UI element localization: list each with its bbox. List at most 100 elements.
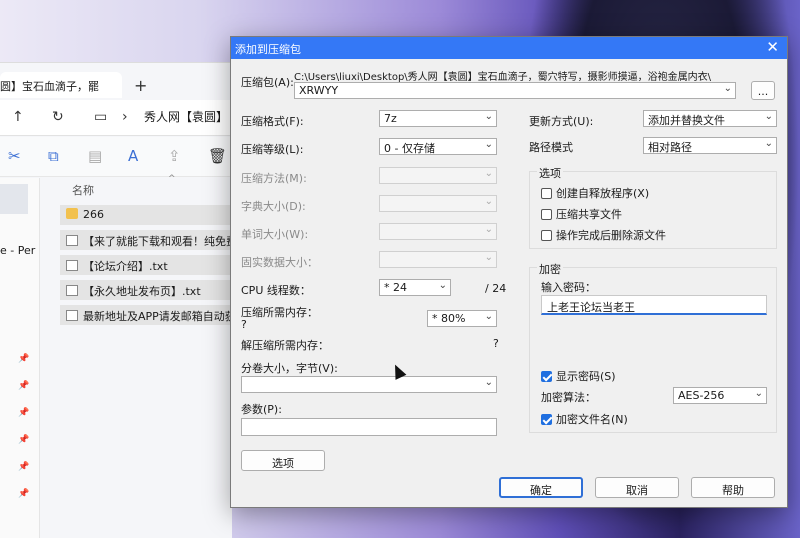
ok-button[interactable]: 确定 [499, 477, 583, 498]
path-mode-label: 路径模式 [529, 141, 573, 154]
column-header-name[interactable]: 名称 [72, 182, 94, 198]
format-select[interactable]: 7z ⌄ [379, 110, 497, 127]
volume-label: 分卷大小，字节(V): [241, 362, 338, 375]
chevron-down-icon: ⌄ [484, 168, 493, 179]
level-select[interactable]: 0 - 仅存储 ⌄ [379, 138, 497, 155]
cpu-select[interactable]: * 24 ⌄ [379, 279, 451, 296]
cpu-label: CPU 线程数： [241, 284, 311, 297]
explorer-toolbar: ✂ ⧉ ▤ A ⇪ 🗑 [0, 137, 232, 177]
explorer-path[interactable]: 秀人网【袁圆】 [144, 108, 228, 125]
encrypt-names-checkbox[interactable]: 加密文件名(N) [541, 411, 628, 427]
up-arrow-icon[interactable]: ↑ [12, 109, 24, 125]
update-select[interactable]: 添加并替换文件 ⌄ [643, 110, 777, 127]
chevron-down-icon: ⌄ [484, 139, 493, 150]
file-name: 266 [83, 208, 104, 221]
file-list-item[interactable]: 最新地址及APP请发邮箱自动获取 [60, 305, 232, 325]
text-file-icon [66, 260, 78, 271]
cancel-button[interactable]: 取消 [595, 477, 679, 498]
delete-source-checkbox[interactable]: 操作完成后删除源文件 [541, 227, 666, 243]
explorer-tab[interactable]: 圆】宝石血滴子，罷 [0, 72, 122, 98]
mem-comp-q: ? [241, 318, 247, 331]
refresh-icon[interactable]: ↻ [52, 109, 64, 125]
cpu-total: / 24 [485, 282, 507, 295]
dialog-titlebar: 添加到压缩包 ✕ [231, 37, 787, 59]
chevron-down-icon[interactable]: ⌄ [724, 83, 732, 94]
sfx-checkbox[interactable]: 创建自释放程序(X) [541, 185, 649, 201]
chevron-down-icon: ⌄ [754, 388, 763, 399]
archive-label: 压缩包(A): [241, 76, 294, 89]
enc-method-value: AES-256 [678, 389, 725, 402]
word-select: ⌄ [379, 223, 497, 240]
solid-select: ⌄ [379, 251, 497, 268]
chevron-down-icon: ⌄ [764, 111, 773, 122]
add-to-archive-dialog: 添加到压缩包 ✕ 压缩包(A): C:\Users\liuxi\Desktop\… [230, 36, 788, 508]
pin-icon: 📌 [18, 354, 30, 364]
shared-label: 压缩共享文件 [556, 208, 622, 221]
path-mode-select[interactable]: 相对路径 ⌄ [643, 137, 777, 154]
update-value: 添加并替换文件 [648, 114, 725, 127]
cut-icon[interactable]: ✂ [8, 147, 21, 165]
help-button[interactable]: 帮助 [691, 477, 775, 498]
level-label: 压缩等级(L): [241, 143, 304, 156]
solid-label: 固实数据大小： [241, 256, 318, 269]
enc-method-select[interactable]: AES-256 ⌄ [673, 387, 767, 404]
text-file-icon [66, 310, 78, 321]
breadcrumb-chevron-icon: › [122, 109, 128, 125]
rename-icon[interactable]: A [128, 147, 138, 165]
dict-select: ⌄ [379, 195, 497, 212]
explorer-nav-pane: e - Per 📌 📌 📌 📌 📌 📌 [0, 178, 40, 538]
file-list-item[interactable]: 【来了就能下载和观看！纯免费! [60, 230, 232, 250]
pin-icon: 📌 [18, 381, 30, 391]
pin-icon: 📌 [18, 408, 30, 418]
path-mode-value: 相对路径 [648, 141, 692, 154]
chevron-down-icon: ⌄ [484, 224, 493, 235]
format-value: 7z [384, 112, 397, 125]
browse-button[interactable]: ... [751, 81, 775, 100]
encryption-group-title: 加密 [537, 261, 563, 277]
monitor-icon[interactable]: ▭ [94, 109, 107, 125]
chevron-down-icon: ⌄ [764, 138, 773, 149]
sfx-label: 创建自释放程序(X) [556, 187, 650, 200]
paste-icon[interactable]: ▤ [88, 147, 102, 165]
checkbox-box[interactable] [541, 188, 552, 199]
checkbox-box[interactable] [541, 209, 552, 220]
checkbox-box[interactable] [541, 414, 552, 425]
mem-decomp-value: ? [493, 337, 499, 350]
mem-comp-value: * 80% [432, 312, 466, 325]
cpu-value: * 24 [384, 281, 407, 294]
text-file-icon [66, 235, 78, 246]
file-list-item[interactable]: 【永久地址发布页】.txt [60, 280, 232, 300]
new-tab-icon[interactable]: + [134, 76, 147, 95]
archive-name-combo[interactable]: XRWYY ⌄ [294, 82, 736, 99]
pin-icon: 📌 [18, 489, 30, 499]
checkbox-box[interactable] [541, 230, 552, 241]
delete-icon[interactable]: 🗑 [208, 147, 227, 165]
volume-select[interactable]: ⌄ [241, 376, 497, 393]
word-label: 单词大小(W): [241, 228, 309, 241]
close-icon[interactable]: ✕ [766, 38, 779, 56]
chevron-down-icon: ⌄ [484, 252, 493, 263]
archive-name-value: XRWYY [299, 84, 339, 97]
pin-icon: 📌 [18, 435, 30, 445]
checkbox-box[interactable] [541, 371, 552, 382]
method-select: ⌄ [379, 167, 497, 184]
nav-pane-selected-item[interactable] [0, 184, 28, 214]
mem-comp-select[interactable]: * 80% ⌄ [427, 310, 497, 327]
share-icon[interactable]: ⇪ [168, 147, 181, 165]
shared-checkbox[interactable]: 压缩共享文件 [541, 206, 622, 222]
options-button[interactable]: 选项 [241, 450, 325, 471]
delete-source-label: 操作完成后删除源文件 [556, 229, 666, 242]
copy-icon[interactable]: ⧉ [48, 147, 59, 165]
sort-caret-icon: ^ [168, 174, 176, 184]
chevron-down-icon: ⌄ [438, 280, 447, 291]
mem-comp-label: 压缩所需内存： [241, 306, 318, 319]
file-list-item[interactable]: 【论坛介绍】.txt [60, 255, 232, 275]
archive-path-text: C:\Users\liuxi\Desktop\秀人网【袁圆】宝石血滴子，蜀穴特写… [294, 72, 712, 83]
password-input[interactable]: 上老王论坛当老王 [541, 295, 767, 315]
file-list-item[interactable]: 266 [60, 205, 232, 225]
params-input[interactable] [241, 418, 497, 436]
show-password-checkbox[interactable]: 显示密码(S) [541, 368, 616, 384]
enc-method-label: 加密算法： [541, 391, 596, 404]
explorer-nav-bar: ↑ ↻ ▭ › 秀人网【袁圆】 [0, 100, 232, 136]
nav-pane-label[interactable]: e - Per [0, 244, 35, 257]
